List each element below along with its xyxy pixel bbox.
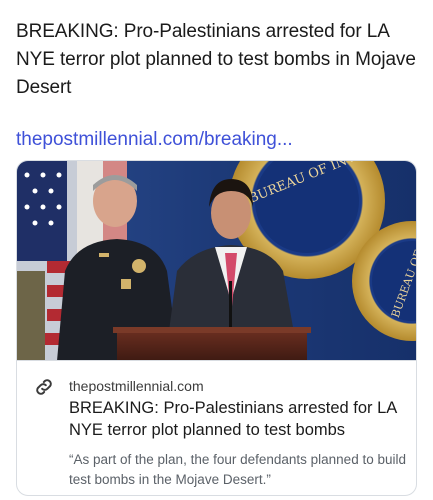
- card-description: “As part of the plan, the four defendant…: [69, 452, 406, 487]
- card-domain: thepostmillennial.com: [69, 378, 204, 394]
- card-image[interactable]: BUREAU OF INVESTIG BUREAU OF: [17, 161, 416, 361]
- link-icon: [36, 379, 52, 395]
- link-preview-card[interactable]: BUREAU OF INVESTIG BUREAU OF: [16, 160, 417, 496]
- post-text: BREAKING: Pro-Palestinians arrested for …: [16, 21, 416, 98]
- post-link[interactable]: thepostmillennial.com/breaking...: [16, 127, 293, 153]
- card-title: BREAKING: Pro-Palestinians arrested for …: [69, 399, 397, 439]
